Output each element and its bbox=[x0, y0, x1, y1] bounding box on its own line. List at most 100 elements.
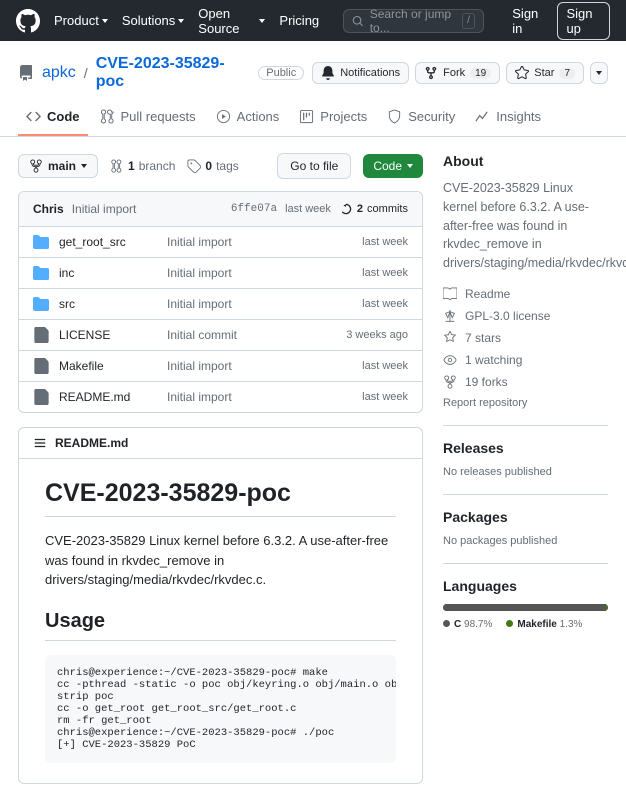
list-icon bbox=[33, 436, 47, 450]
commit-sha[interactable]: 6ffe07a bbox=[231, 203, 277, 215]
eye-icon bbox=[443, 353, 457, 367]
readme-codeblock: chris@experience:~/CVE-2023-35829-poc# m… bbox=[45, 655, 396, 763]
language-bar bbox=[443, 604, 608, 611]
file-name-link[interactable]: src bbox=[59, 297, 157, 311]
sign-up-button[interactable]: Sign up bbox=[557, 2, 610, 40]
visibility-badge: Public bbox=[258, 66, 304, 80]
chevron-down-icon bbox=[596, 71, 602, 75]
languages-heading: Languages bbox=[443, 578, 608, 594]
fork-icon bbox=[443, 375, 457, 389]
lang-makefile[interactable]: Makefile 1.3% bbox=[506, 619, 582, 630]
license-link[interactable]: GPL-3.0 license bbox=[443, 309, 608, 323]
no-releases: No releases published bbox=[443, 466, 608, 478]
more-button[interactable] bbox=[590, 62, 608, 84]
tab-code[interactable]: Code bbox=[18, 103, 88, 136]
fork-icon bbox=[424, 66, 438, 80]
file-name-link[interactable]: Makefile bbox=[59, 359, 157, 373]
commit-message[interactable]: Initial import bbox=[72, 202, 137, 216]
fork-button[interactable]: Fork 19 bbox=[415, 62, 500, 84]
nav-opensource[interactable]: Open Source bbox=[198, 6, 265, 36]
repo-tabs: Code Pull requests Actions Projects Secu… bbox=[0, 91, 626, 137]
slash-hint: / bbox=[462, 13, 476, 29]
star-button[interactable]: Star 7 bbox=[506, 62, 584, 84]
fork-count: 19 bbox=[470, 68, 491, 79]
file-browser: Chris Initial import 6ffe07a last week 2… bbox=[18, 191, 423, 413]
chevron-down-icon bbox=[407, 164, 413, 168]
readme-header: README.md bbox=[19, 428, 422, 459]
table-row: MakefileInitial importlast week bbox=[19, 351, 422, 382]
file-icon bbox=[33, 389, 49, 405]
about-description: CVE-2023-35829 Linux kernel before 6.3.2… bbox=[443, 179, 608, 273]
repo-owner-link[interactable]: apkc bbox=[42, 64, 76, 82]
branch-bar: main 1branch 0tags Go to file Code bbox=[18, 153, 423, 179]
readme-filename[interactable]: README.md bbox=[55, 436, 128, 450]
go-to-file-button[interactable]: Go to file bbox=[277, 153, 351, 179]
tab-actions[interactable]: Actions bbox=[208, 103, 288, 136]
file-commit-msg[interactable]: Initial import bbox=[167, 297, 352, 311]
table-row: srcInitial importlast week bbox=[19, 289, 422, 320]
branches-link[interactable]: 1branch bbox=[110, 159, 175, 173]
github-logo[interactable] bbox=[16, 9, 40, 33]
search-input[interactable]: Search or jump to... / bbox=[343, 9, 484, 33]
bell-icon bbox=[321, 66, 335, 80]
file-name-link[interactable]: README.md bbox=[59, 390, 157, 404]
repo-icon bbox=[18, 65, 34, 81]
readme-h1: CVE-2023-35829-poc bbox=[45, 479, 396, 517]
search-placeholder: Search or jump to... bbox=[370, 7, 456, 35]
watching-link[interactable]: 1 watching bbox=[443, 353, 608, 367]
readme-h2: Usage bbox=[45, 610, 396, 641]
stars-link[interactable]: 7 stars bbox=[443, 331, 608, 345]
file-commit-msg[interactable]: Initial commit bbox=[167, 328, 336, 342]
repo-name-link[interactable]: CVE-2023-35829-poc bbox=[96, 55, 251, 91]
releases-heading: Releases bbox=[443, 440, 608, 456]
commits-link[interactable]: 2commits bbox=[339, 202, 408, 216]
file-name-link[interactable]: inc bbox=[59, 266, 157, 280]
table-row: README.mdInitial importlast week bbox=[19, 382, 422, 412]
notifications-button[interactable]: Notifications bbox=[312, 62, 409, 84]
history-icon bbox=[339, 202, 353, 216]
forks-link[interactable]: 19 forks bbox=[443, 375, 608, 389]
sign-in-link[interactable]: Sign in bbox=[512, 6, 543, 36]
tab-insights[interactable]: Insights bbox=[467, 103, 549, 136]
branch-select[interactable]: main bbox=[18, 154, 98, 178]
global-header: Product Solutions Open Source Pricing Se… bbox=[0, 0, 626, 41]
chevron-down-icon bbox=[102, 19, 108, 23]
commit-author[interactable]: Chris bbox=[33, 202, 64, 216]
readme-p1: CVE-2023-35829 Linux kernel before 6.3.2… bbox=[45, 531, 396, 590]
tab-projects[interactable]: Projects bbox=[291, 103, 375, 136]
no-packages: No packages published bbox=[443, 535, 608, 547]
last-commit-bar: Chris Initial import 6ffe07a last week 2… bbox=[19, 192, 422, 227]
tab-security[interactable]: Security bbox=[379, 103, 463, 136]
table-row: get_root_srcInitial importlast week bbox=[19, 227, 422, 258]
chevron-down-icon bbox=[259, 19, 265, 23]
file-name-link[interactable]: get_root_src bbox=[59, 235, 157, 249]
report-repository-link[interactable]: Report repository bbox=[443, 397, 608, 409]
nav-product[interactable]: Product bbox=[54, 13, 108, 28]
file-time: last week bbox=[362, 267, 408, 279]
star-count: 7 bbox=[559, 68, 575, 79]
search-icon bbox=[352, 14, 364, 28]
tab-pull-requests[interactable]: Pull requests bbox=[92, 103, 204, 136]
sidebar: About CVE-2023-35829 Linux kernel before… bbox=[443, 153, 608, 784]
repo-header: apkc / CVE-2023-35829-poc Public Notific… bbox=[0, 41, 626, 91]
file-commit-msg[interactable]: Initial import bbox=[167, 390, 352, 404]
file-commit-msg[interactable]: Initial import bbox=[167, 359, 352, 373]
chevron-down-icon bbox=[81, 164, 87, 168]
packages-heading: Packages bbox=[443, 509, 608, 525]
file-time: 3 weeks ago bbox=[346, 329, 408, 341]
file-commit-msg[interactable]: Initial import bbox=[167, 235, 352, 249]
book-icon bbox=[443, 287, 457, 301]
lang-c[interactable]: C 98.7% bbox=[443, 619, 492, 630]
file-icon bbox=[33, 327, 49, 343]
nav-solutions[interactable]: Solutions bbox=[122, 13, 184, 28]
folder-icon bbox=[33, 234, 49, 250]
nav-pricing[interactable]: Pricing bbox=[279, 13, 319, 28]
tags-link[interactable]: 0tags bbox=[187, 159, 238, 173]
code-button[interactable]: Code bbox=[363, 154, 423, 178]
law-icon bbox=[443, 309, 457, 323]
star-icon bbox=[443, 331, 457, 345]
readme-link[interactable]: Readme bbox=[443, 287, 608, 301]
chevron-down-icon bbox=[178, 19, 184, 23]
file-name-link[interactable]: LICENSE bbox=[59, 328, 157, 342]
file-commit-msg[interactable]: Initial import bbox=[167, 266, 352, 280]
